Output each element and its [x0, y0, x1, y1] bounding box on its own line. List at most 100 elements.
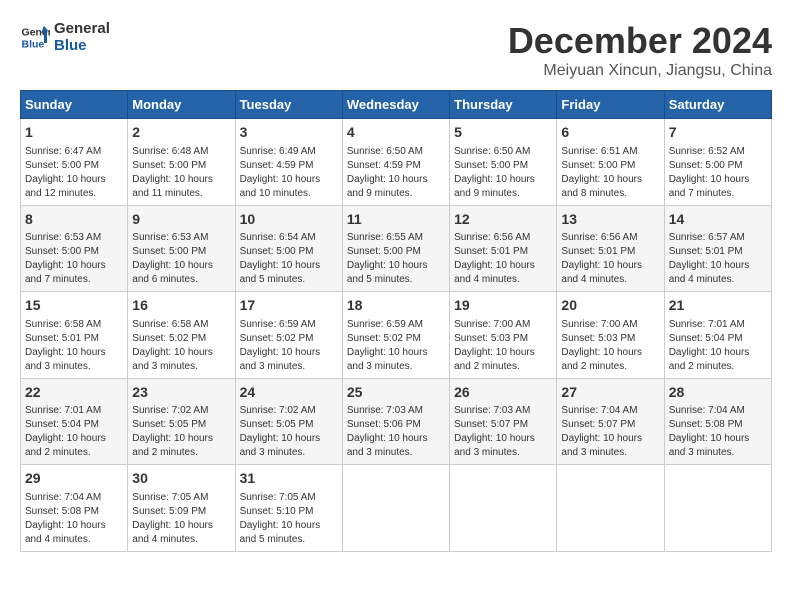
calendar-cell: 8Sunrise: 6:53 AM Sunset: 5:00 PM Daylig…: [21, 205, 128, 292]
day-number: 19: [454, 296, 552, 316]
day-number: 2: [132, 123, 230, 143]
day-detail: Sunrise: 6:58 AM Sunset: 5:02 PM Dayligh…: [132, 318, 230, 374]
day-detail: Sunrise: 6:57 AM Sunset: 5:01 PM Dayligh…: [669, 231, 767, 287]
day-number: 14: [669, 210, 767, 230]
day-number: 22: [25, 383, 123, 403]
day-number: 5: [454, 123, 552, 143]
day-detail: Sunrise: 7:04 AM Sunset: 5:08 PM Dayligh…: [669, 404, 767, 460]
calendar-cell: 22Sunrise: 7:01 AM Sunset: 5:04 PM Dayli…: [21, 378, 128, 465]
calendar-cell: 16Sunrise: 6:58 AM Sunset: 5:02 PM Dayli…: [128, 292, 235, 379]
title-section: December 2024 Meiyuan Xincun, Jiangsu, C…: [508, 20, 772, 80]
day-detail: Sunrise: 7:03 AM Sunset: 5:07 PM Dayligh…: [454, 404, 552, 460]
day-number: 1: [25, 123, 123, 143]
calendar-cell: 11Sunrise: 6:55 AM Sunset: 5:00 PM Dayli…: [342, 205, 449, 292]
day-number: 10: [240, 210, 338, 230]
day-detail: Sunrise: 6:52 AM Sunset: 5:00 PM Dayligh…: [669, 145, 767, 201]
day-number: 30: [132, 469, 230, 489]
logo: General Blue General Blue: [20, 20, 110, 54]
day-number: 16: [132, 296, 230, 316]
day-detail: Sunrise: 7:02 AM Sunset: 5:05 PM Dayligh…: [240, 404, 338, 460]
calendar-cell: 17Sunrise: 6:59 AM Sunset: 5:02 PM Dayli…: [235, 292, 342, 379]
day-number: 26: [454, 383, 552, 403]
day-detail: Sunrise: 7:01 AM Sunset: 5:04 PM Dayligh…: [669, 318, 767, 374]
day-detail: Sunrise: 7:04 AM Sunset: 5:07 PM Dayligh…: [561, 404, 659, 460]
day-number: 21: [669, 296, 767, 316]
day-detail: Sunrise: 6:49 AM Sunset: 4:59 PM Dayligh…: [240, 145, 338, 201]
day-detail: Sunrise: 6:53 AM Sunset: 5:00 PM Dayligh…: [132, 231, 230, 287]
day-number: 15: [25, 296, 123, 316]
day-detail: Sunrise: 6:50 AM Sunset: 4:59 PM Dayligh…: [347, 145, 445, 201]
weekday-header: Thursday: [450, 91, 557, 119]
svg-text:Blue: Blue: [22, 39, 45, 51]
day-number: 3: [240, 123, 338, 143]
day-detail: Sunrise: 7:03 AM Sunset: 5:06 PM Dayligh…: [347, 404, 445, 460]
day-number: 8: [25, 210, 123, 230]
calendar-cell: [450, 465, 557, 552]
calendar-cell: 25Sunrise: 7:03 AM Sunset: 5:06 PM Dayli…: [342, 378, 449, 465]
weekday-header: Saturday: [664, 91, 771, 119]
calendar-week-row: 15Sunrise: 6:58 AM Sunset: 5:01 PM Dayli…: [21, 292, 772, 379]
day-number: 24: [240, 383, 338, 403]
calendar-cell: 20Sunrise: 7:00 AM Sunset: 5:03 PM Dayli…: [557, 292, 664, 379]
day-detail: Sunrise: 7:00 AM Sunset: 5:03 PM Dayligh…: [561, 318, 659, 374]
calendar-cell: 4Sunrise: 6:50 AM Sunset: 4:59 PM Daylig…: [342, 119, 449, 206]
weekday-header: Tuesday: [235, 91, 342, 119]
day-number: 11: [347, 210, 445, 230]
weekday-header-row: SundayMondayTuesdayWednesdayThursdayFrid…: [21, 91, 772, 119]
calendar-cell: [342, 465, 449, 552]
calendar-cell: 31Sunrise: 7:05 AM Sunset: 5:10 PM Dayli…: [235, 465, 342, 552]
calendar-cell: 27Sunrise: 7:04 AM Sunset: 5:07 PM Dayli…: [557, 378, 664, 465]
calendar-week-row: 1Sunrise: 6:47 AM Sunset: 5:00 PM Daylig…: [21, 119, 772, 206]
day-detail: Sunrise: 6:48 AM Sunset: 5:00 PM Dayligh…: [132, 145, 230, 201]
logo-line2: Blue: [54, 37, 110, 54]
day-number: 13: [561, 210, 659, 230]
day-detail: Sunrise: 6:51 AM Sunset: 5:00 PM Dayligh…: [561, 145, 659, 201]
day-detail: Sunrise: 6:59 AM Sunset: 5:02 PM Dayligh…: [240, 318, 338, 374]
calendar-cell: 14Sunrise: 6:57 AM Sunset: 5:01 PM Dayli…: [664, 205, 771, 292]
day-number: 12: [454, 210, 552, 230]
day-number: 17: [240, 296, 338, 316]
day-detail: Sunrise: 6:53 AM Sunset: 5:00 PM Dayligh…: [25, 231, 123, 287]
calendar-cell: 12Sunrise: 6:56 AM Sunset: 5:01 PM Dayli…: [450, 205, 557, 292]
location-title: Meiyuan Xincun, Jiangsu, China: [508, 62, 772, 80]
day-number: 27: [561, 383, 659, 403]
day-number: 9: [132, 210, 230, 230]
calendar-table: SundayMondayTuesdayWednesdayThursdayFrid…: [20, 90, 772, 552]
calendar-cell: 3Sunrise: 6:49 AM Sunset: 4:59 PM Daylig…: [235, 119, 342, 206]
day-number: 6: [561, 123, 659, 143]
calendar-cell: 18Sunrise: 6:59 AM Sunset: 5:02 PM Dayli…: [342, 292, 449, 379]
calendar-cell: 24Sunrise: 7:02 AM Sunset: 5:05 PM Dayli…: [235, 378, 342, 465]
calendar-cell: [557, 465, 664, 552]
calendar-cell: 19Sunrise: 7:00 AM Sunset: 5:03 PM Dayli…: [450, 292, 557, 379]
calendar-cell: 1Sunrise: 6:47 AM Sunset: 5:00 PM Daylig…: [21, 119, 128, 206]
calendar-cell: 5Sunrise: 6:50 AM Sunset: 5:00 PM Daylig…: [450, 119, 557, 206]
calendar-cell: 26Sunrise: 7:03 AM Sunset: 5:07 PM Dayli…: [450, 378, 557, 465]
calendar-week-row: 8Sunrise: 6:53 AM Sunset: 5:00 PM Daylig…: [21, 205, 772, 292]
weekday-header: Monday: [128, 91, 235, 119]
calendar-cell: 2Sunrise: 6:48 AM Sunset: 5:00 PM Daylig…: [128, 119, 235, 206]
weekday-header: Sunday: [21, 91, 128, 119]
day-number: 29: [25, 469, 123, 489]
day-detail: Sunrise: 7:05 AM Sunset: 5:09 PM Dayligh…: [132, 491, 230, 547]
day-detail: Sunrise: 7:00 AM Sunset: 5:03 PM Dayligh…: [454, 318, 552, 374]
day-detail: Sunrise: 6:56 AM Sunset: 5:01 PM Dayligh…: [454, 231, 552, 287]
day-detail: Sunrise: 6:55 AM Sunset: 5:00 PM Dayligh…: [347, 231, 445, 287]
calendar-week-row: 22Sunrise: 7:01 AM Sunset: 5:04 PM Dayli…: [21, 378, 772, 465]
calendar-cell: 15Sunrise: 6:58 AM Sunset: 5:01 PM Dayli…: [21, 292, 128, 379]
calendar-cell: 29Sunrise: 7:04 AM Sunset: 5:08 PM Dayli…: [21, 465, 128, 552]
day-number: 4: [347, 123, 445, 143]
calendar-cell: 6Sunrise: 6:51 AM Sunset: 5:00 PM Daylig…: [557, 119, 664, 206]
calendar-cell: 13Sunrise: 6:56 AM Sunset: 5:01 PM Dayli…: [557, 205, 664, 292]
day-number: 18: [347, 296, 445, 316]
day-number: 28: [669, 383, 767, 403]
calendar-cell: 23Sunrise: 7:02 AM Sunset: 5:05 PM Dayli…: [128, 378, 235, 465]
header: General Blue General Blue December 2024 …: [20, 20, 772, 80]
calendar-body: 1Sunrise: 6:47 AM Sunset: 5:00 PM Daylig…: [21, 119, 772, 552]
calendar-cell: 28Sunrise: 7:04 AM Sunset: 5:08 PM Dayli…: [664, 378, 771, 465]
calendar-cell: [664, 465, 771, 552]
day-detail: Sunrise: 6:47 AM Sunset: 5:00 PM Dayligh…: [25, 145, 123, 201]
day-number: 31: [240, 469, 338, 489]
day-number: 20: [561, 296, 659, 316]
month-title: December 2024: [508, 20, 772, 62]
weekday-header: Friday: [557, 91, 664, 119]
